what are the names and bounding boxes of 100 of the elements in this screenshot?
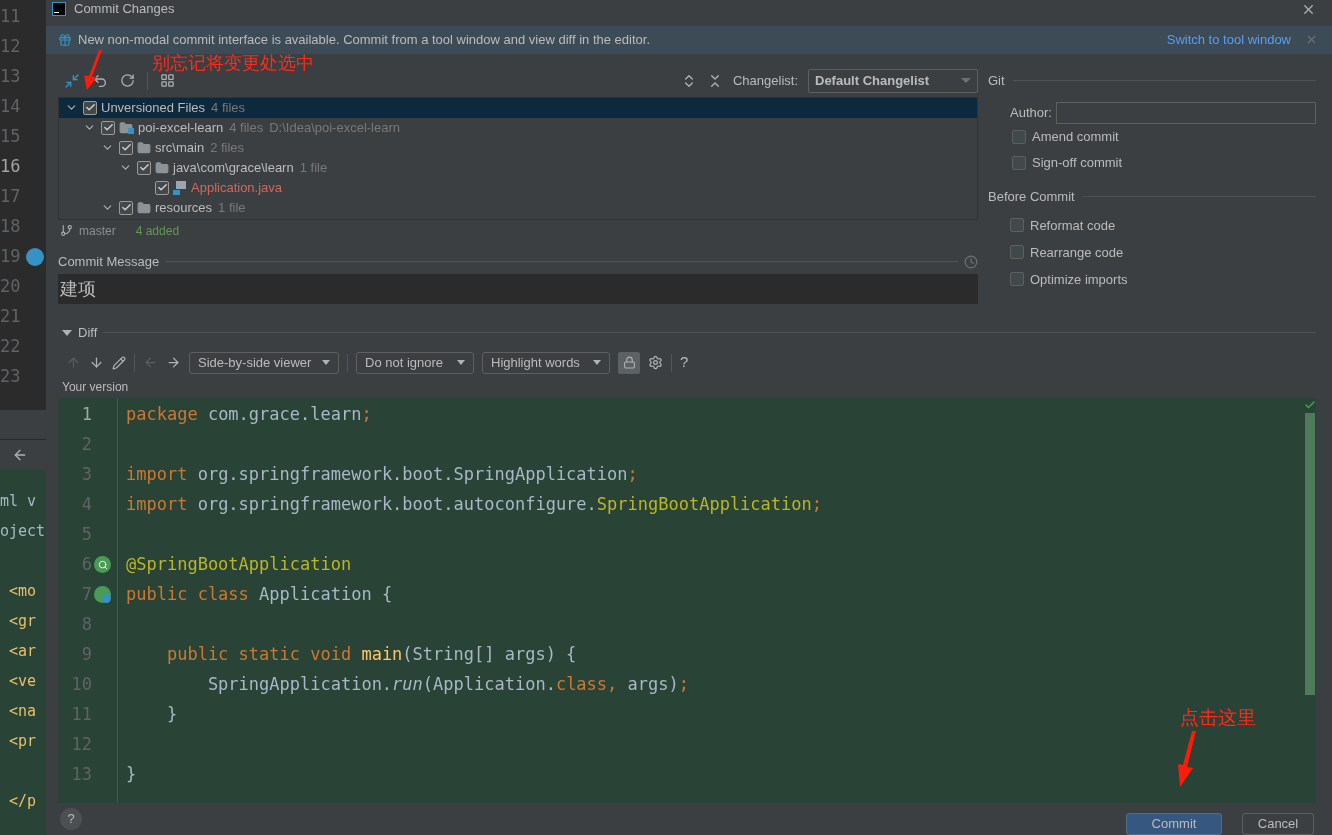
- line-number: 21: [0, 305, 21, 329]
- highlight-dropdown[interactable]: Highlight words: [482, 351, 610, 374]
- bean-search-icon[interactable]: [94, 556, 111, 574]
- caret-icon: [457, 360, 465, 366]
- branch-name: master: [79, 222, 116, 240]
- banner-text: New non-modal commit interface is available. Commit from a tool window and view diff in the editor.: [78, 31, 650, 50]
- option-label: Reformat code: [1030, 216, 1116, 235]
- file-count: 2 files: [210, 139, 245, 158]
- tree-label: src\main: [155, 139, 205, 158]
- folder-icon: [155, 160, 169, 175]
- triangle-icon[interactable]: [62, 329, 72, 336]
- checkbox[interactable]: [119, 140, 133, 155]
- tree-label: java\com\grace\learn: [173, 159, 294, 178]
- author-field[interactable]: [1055, 101, 1316, 124]
- tree-row[interactable]: Application.java: [59, 177, 977, 198]
- checkbox[interactable]: [1010, 245, 1024, 260]
- xml-fragment: ml v: [0, 490, 37, 512]
- viewer-dropdown[interactable]: Side-by-side viewer: [189, 351, 339, 374]
- settings-icon[interactable]: [648, 355, 663, 371]
- code-line: }: [165, 702, 178, 726]
- branch-icon: [60, 224, 73, 238]
- module-folder-icon: [119, 121, 134, 135]
- edit-icon[interactable]: [112, 355, 126, 370]
- file-count: 1 file: [218, 199, 246, 218]
- window-title: Commit Changes: [74, 0, 175, 19]
- commit-message-field[interactable]: 建项: [58, 273, 978, 304]
- line-number: 17: [0, 185, 21, 209]
- option-label: Amend commit: [1032, 128, 1119, 147]
- code-line: }: [126, 762, 137, 786]
- tree-row[interactable]: java\com\grace\learn 1 file: [59, 157, 977, 178]
- line-number: 22: [0, 335, 21, 359]
- annotation-text: 别忘记将变更处选中: [152, 54, 314, 72]
- xml-tag-fragment: <ar: [9, 640, 37, 662]
- folder-icon: [137, 140, 151, 155]
- section-title: Before Commit: [988, 188, 1075, 207]
- caret-icon: [961, 78, 971, 84]
- gift-icon: [58, 32, 72, 47]
- gutter-marker-icon: [26, 248, 44, 266]
- line-number: 15: [0, 125, 21, 149]
- change-status: 4 added: [135, 222, 180, 240]
- file-count: 1 file: [299, 159, 328, 178]
- line-number: 23: [0, 365, 21, 389]
- group-by-icon[interactable]: [160, 73, 175, 89]
- refresh-icon[interactable]: [120, 73, 135, 89]
- commit-message-label: Commit Message: [58, 253, 160, 272]
- ignore-dropdown[interactable]: Do not ignore: [356, 351, 474, 374]
- xml-tag-fragment: <pr: [9, 730, 37, 752]
- changelist-label: Changelist:: [732, 72, 798, 91]
- option-label: Optimize imports: [1030, 270, 1128, 289]
- right-arrow-icon[interactable]: [166, 355, 181, 371]
- option-label: Rearrange code: [1030, 243, 1124, 262]
- switch-link[interactable]: Switch to tool window: [1166, 30, 1291, 50]
- line-number: 16: [0, 155, 21, 179]
- tree-label: resources: [155, 199, 213, 218]
- line-number: 12: [0, 35, 21, 59]
- help-button[interactable]: ?: [680, 351, 689, 374]
- code-line: package com.grace.learn;: [126, 402, 372, 426]
- tree-row[interactable]: src\main 2 files: [59, 137, 977, 158]
- bean-run-icon[interactable]: [94, 586, 111, 604]
- file-count: 4 files: [211, 99, 245, 118]
- lock-button[interactable]: [618, 351, 640, 374]
- checkbox[interactable]: [1012, 155, 1026, 170]
- xml-tag-fragment: <na: [9, 700, 37, 722]
- checkbox[interactable]: [1010, 218, 1024, 233]
- checkbox[interactable]: [155, 180, 169, 195]
- tree-label: Unversioned Files: [101, 99, 206, 118]
- tree-row[interactable]: Unversioned Files 4 files: [59, 97, 977, 118]
- checkbox[interactable]: [119, 200, 133, 215]
- tree-row[interactable]: resources 1 file: [59, 197, 977, 218]
- down-arrow-icon[interactable]: [89, 355, 104, 371]
- line-number: 11: [0, 5, 21, 29]
- lock-icon: [622, 356, 636, 370]
- help-button[interactable]: ?: [60, 808, 82, 830]
- xml-tag-fragment: </p: [9, 790, 37, 812]
- line-number: 14: [0, 95, 21, 119]
- xml-tag-fragment: <gr: [9, 610, 37, 632]
- code-line: public static void main(String[] args) {: [165, 642, 577, 666]
- java-file-icon: [173, 180, 187, 195]
- checkbox[interactable]: [137, 160, 151, 175]
- checkbox[interactable]: [101, 120, 115, 135]
- caret-icon: [322, 360, 330, 366]
- line-number: 19: [0, 245, 21, 269]
- scrollbar[interactable]: [1305, 412, 1315, 695]
- rollback-arrows-icon[interactable]: [64, 72, 80, 89]
- changelist-dropdown[interactable]: Default Changelist: [808, 68, 978, 93]
- diff-title: Diff: [78, 323, 98, 342]
- checkbox[interactable]: [1010, 272, 1024, 287]
- checkbox[interactable]: [1012, 129, 1026, 144]
- tree-row[interactable]: poi-excel-learn 4 files D:\Idea\poi-excel-learn: [59, 117, 977, 138]
- code-line: SpringApplication.run(Application.class, args);: [206, 672, 689, 696]
- undo-icon[interactable]: [92, 72, 108, 89]
- cancel-button[interactable]: Cancel: [1242, 813, 1314, 835]
- line-number: 20: [0, 275, 21, 299]
- path-text: D:\Idea\poi-excel-learn: [269, 119, 401, 138]
- checkbox[interactable]: [83, 100, 97, 115]
- commit-button[interactable]: Commit: [1126, 813, 1222, 835]
- folder-icon: [137, 200, 151, 215]
- file-count: 4 files: [229, 119, 264, 138]
- section-title: Git: [988, 72, 1005, 91]
- check-icon: [1304, 398, 1316, 411]
